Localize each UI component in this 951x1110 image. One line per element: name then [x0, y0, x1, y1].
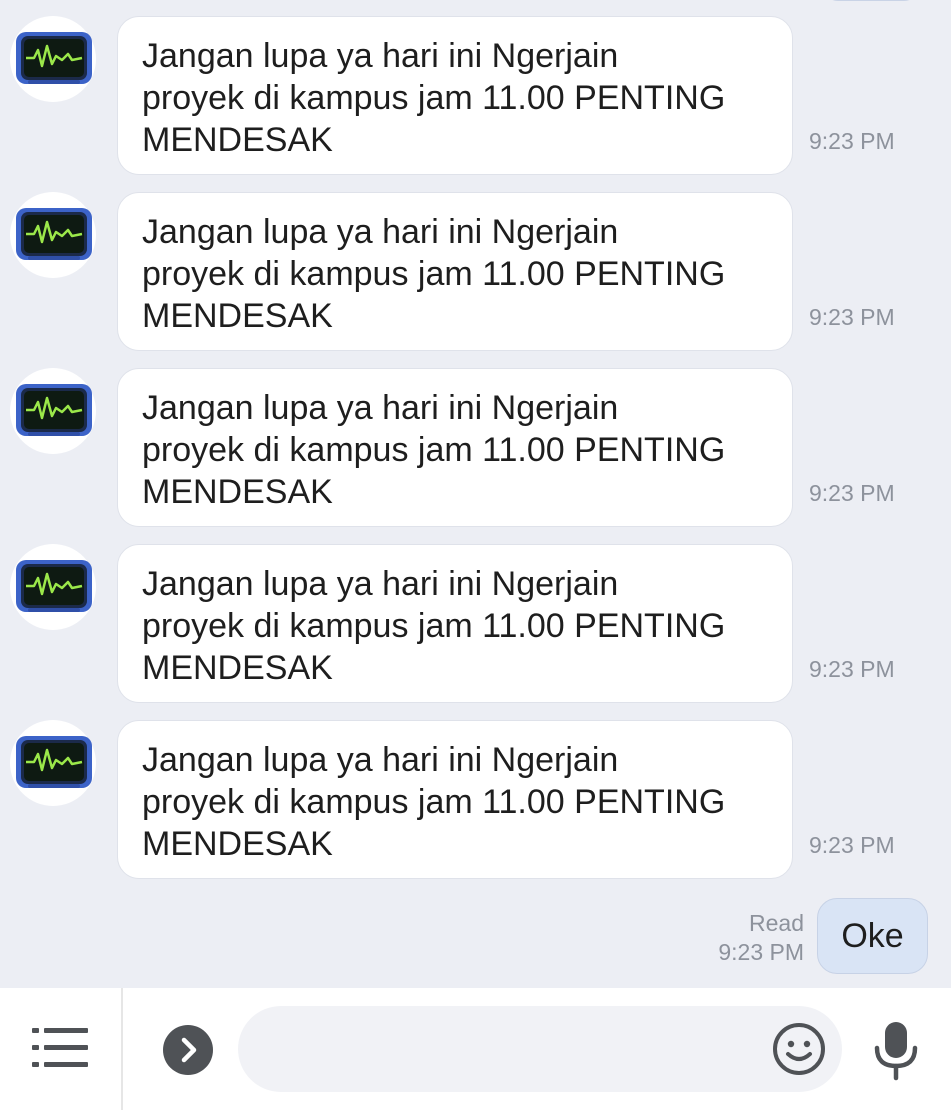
incoming-message-row: Jangan lupa ya hari ini Ngerjain proyek … — [0, 704, 951, 880]
incoming-message-row: Jangan lupa ya hari ini Ngerjain proyek … — [0, 0, 951, 176]
message-bubble[interactable]: Jangan lupa ya hari ini Ngerjain proyek … — [117, 544, 793, 703]
message-timestamp: 9:23 PM — [809, 128, 895, 154]
message-timestamp: 9:23 PM — [809, 480, 895, 506]
smiley-icon[interactable] — [772, 1022, 826, 1076]
message-bubble[interactable]: Jangan lupa ya hari ini Ngerjain proyek … — [117, 16, 793, 175]
input-bar-divider — [121, 988, 123, 1110]
heartbeat-monitor-icon — [16, 384, 92, 436]
expand-button[interactable] — [163, 1025, 213, 1075]
menu-lines-icon[interactable] — [32, 1025, 88, 1071]
own-message-bubble[interactable]: Oke — [817, 898, 928, 974]
message-text: Jangan lupa ya hari ini Ngerjain proyek … — [142, 389, 726, 511]
message-timestamp: 9:23 PM — [809, 656, 895, 682]
heartbeat-monitor-icon — [16, 32, 92, 84]
message-bubble[interactable]: Jangan lupa ya hari ini Ngerjain proyek … — [117, 192, 793, 351]
message-text: Jangan lupa ya hari ini Ngerjain proyek … — [142, 565, 726, 687]
chevron-right-icon — [181, 1037, 197, 1063]
message-timestamp: 9:23 PM — [809, 832, 895, 858]
incoming-message-row: Jangan lupa ya hari ini Ngerjain proyek … — [0, 352, 951, 528]
message-text: Jangan lupa ya hari ini Ngerjain proyek … — [142, 741, 726, 863]
message-text: Jangan lupa ya hari ini Ngerjain proyek … — [142, 37, 726, 159]
heartbeat-monitor-icon — [16, 736, 92, 788]
avatar[interactable] — [10, 192, 96, 278]
message-bubble[interactable]: Jangan lupa ya hari ini Ngerjain proyek … — [117, 368, 793, 527]
read-receipt: Read — [749, 910, 804, 936]
incoming-message-row: Jangan lupa ya hari ini Ngerjain proyek … — [0, 176, 951, 352]
avatar[interactable] — [10, 544, 96, 630]
message-timestamp: 9:23 PM — [809, 304, 895, 330]
heartbeat-monitor-icon — [16, 208, 92, 260]
avatar[interactable] — [10, 720, 96, 806]
chat-screen: Jangan lupa ya hari ini Ngerjain proyek … — [0, 0, 951, 1110]
input-bar — [0, 988, 951, 1110]
own-message-timestamp: 9:23 PM — [718, 939, 804, 965]
microphone-icon[interactable] — [871, 1020, 921, 1082]
avatar[interactable] — [10, 368, 96, 454]
message-text: Jangan lupa ya hari ini Ngerjain proyek … — [142, 213, 726, 335]
avatar[interactable] — [10, 16, 96, 102]
message-bubble[interactable]: Jangan lupa ya hari ini Ngerjain proyek … — [117, 720, 793, 879]
incoming-message-row: Jangan lupa ya hari ini Ngerjain proyek … — [0, 528, 951, 704]
message-input[interactable] — [238, 1006, 842, 1092]
own-message-text: Oke — [841, 917, 904, 955]
heartbeat-monitor-icon — [16, 560, 92, 612]
